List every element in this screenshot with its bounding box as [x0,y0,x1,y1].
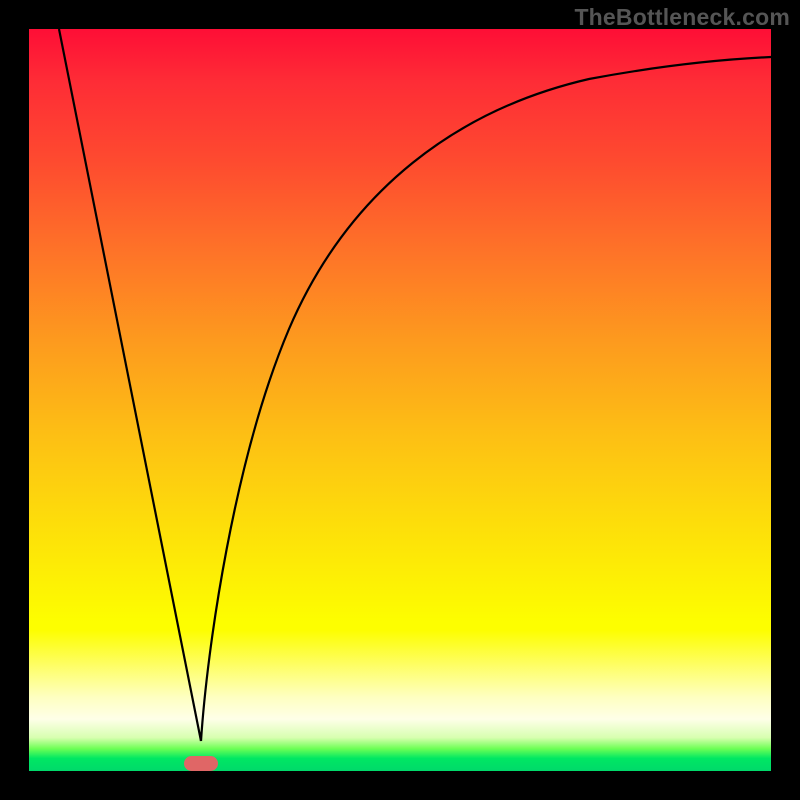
bottleneck-curve [29,29,771,771]
plot-area: /* hide the placeholder rough right segm… [29,29,771,771]
chart-frame: /* hide the placeholder rough right segm… [0,0,800,800]
curve-left-segment [59,29,201,741]
curve-right-refined [201,57,771,741]
watermark-text: TheBottleneck.com [574,4,790,31]
optimal-marker [184,756,218,771]
